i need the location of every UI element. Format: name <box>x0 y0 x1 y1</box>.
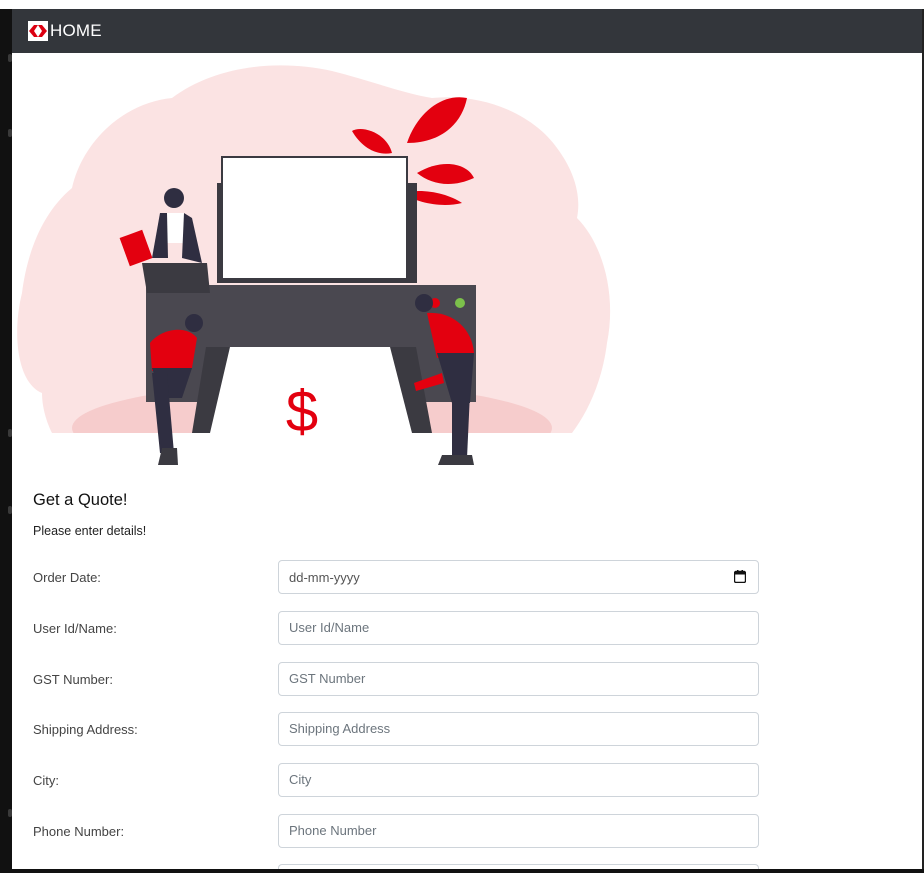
top-strip <box>0 0 924 9</box>
left-window-edge <box>0 9 12 873</box>
gst-number-row: GST Number: <box>33 662 773 698</box>
city-label: City: <box>33 773 59 788</box>
calendar-icon[interactable] <box>734 570 748 584</box>
order-date-input[interactable]: dd-mm-yyyy <box>278 560 759 594</box>
phone-number-row: Phone Number: <box>33 814 773 850</box>
phone-number-input[interactable] <box>278 814 759 848</box>
gst-number-input[interactable] <box>278 662 759 696</box>
hexagon-logo-icon <box>28 21 48 41</box>
shipping-address-label: Shipping Address: <box>33 722 138 737</box>
order-date-row: Order Date: dd-mm-yyyy <box>33 560 773 596</box>
city-input[interactable] <box>278 763 759 797</box>
city-row: City: <box>33 763 773 799</box>
quote-form: Get a Quote! Please enter details! Order… <box>33 490 773 873</box>
home-label: HOME <box>50 21 102 40</box>
top-navbar: HOME <box>12 9 922 53</box>
form-title: Get a Quote! <box>33 491 128 509</box>
shipping-address-row: Shipping Address: <box>33 712 773 748</box>
order-date-value: dd-mm-yyyy <box>289 569 360 585</box>
dollar-sign: $ <box>286 379 318 444</box>
form-subtitle: Please enter details! <box>33 524 147 538</box>
phone-number-label: Phone Number: <box>33 824 125 839</box>
order-date-label: Order Date: <box>33 570 101 585</box>
shipping-address-input[interactable] <box>278 712 759 746</box>
user-id-label: User Id/Name: <box>33 621 117 636</box>
home-link[interactable]: HOME <box>28 21 102 41</box>
page-frame: HOME $ Get a Quote! Please enter details… <box>0 0 924 873</box>
bottom-window-edge <box>12 869 924 873</box>
user-id-row: User Id/Name: <box>33 611 773 647</box>
hero-illustration: $ <box>12 65 632 471</box>
gst-number-label: GST Number: <box>33 672 113 687</box>
user-id-input[interactable] <box>278 611 759 645</box>
